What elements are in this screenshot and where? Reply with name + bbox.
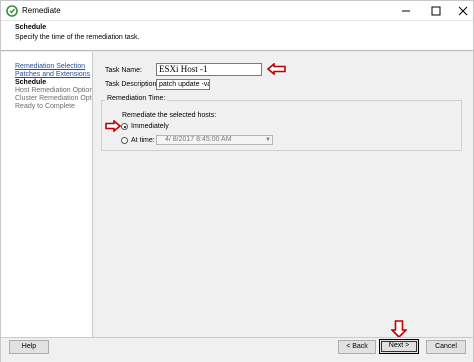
task-description-label: Task Description: (105, 81, 159, 88)
step-remediation-selection[interactable]: Remediation Selection (15, 63, 85, 70)
annotation-arrow-down-icon (391, 320, 407, 338)
close-icon[interactable] (455, 4, 471, 18)
step-host-remediation-options: Host Remediation Options (15, 87, 97, 94)
remediation-time-label: Remediation Time: (105, 95, 168, 102)
annotation-arrow-left-icon (267, 63, 286, 75)
at-time-label[interactable]: At time: (131, 137, 155, 144)
at-time-datetime-picker[interactable]: 4/ 8/2017 8:45:00 AM (156, 135, 273, 145)
app-icon (6, 5, 18, 17)
maximize-icon[interactable] (428, 4, 444, 18)
help-button[interactable]: Help (9, 340, 49, 354)
remediate-window: Remediate Schedule Specify the time of t… (0, 0, 474, 362)
page-subtitle: Specify the time of the remediation task… (15, 34, 140, 41)
task-name-label: Task Name: (105, 67, 142, 74)
window-title: Remediate (22, 6, 61, 15)
chevron-down-icon[interactable]: ▼ (264, 136, 272, 144)
remediate-hosts-label: Remediate the selected hosts: (122, 112, 217, 119)
step-ready-to-complete: Ready to Complete (15, 103, 75, 110)
step-schedule: Schedule (15, 79, 47, 86)
minimize-icon[interactable] (398, 4, 414, 18)
wizard-header: Schedule Specify the time of the remedia… (1, 21, 473, 51)
immediately-radio[interactable] (121, 123, 128, 130)
task-name-input[interactable]: ESXi Host -1 (156, 63, 262, 76)
wizard-steps-sidebar: Remediation Selection Patches and Extens… (1, 52, 105, 337)
title-bar: Remediate (1, 1, 473, 21)
step-patches-and-extensions[interactable]: Patches and Extensions (15, 71, 90, 78)
page-title: Schedule (15, 24, 47, 31)
cancel-button[interactable]: Cancel (426, 340, 466, 354)
annotation-arrow-right-icon (105, 120, 121, 132)
next-button[interactable]: Next > (379, 339, 419, 354)
back-button[interactable]: < Back (338, 340, 376, 354)
task-description-input[interactable]: patch update -va-fw (156, 79, 210, 90)
at-time-radio[interactable] (121, 137, 128, 144)
immediately-label[interactable]: Immediately (131, 123, 169, 130)
